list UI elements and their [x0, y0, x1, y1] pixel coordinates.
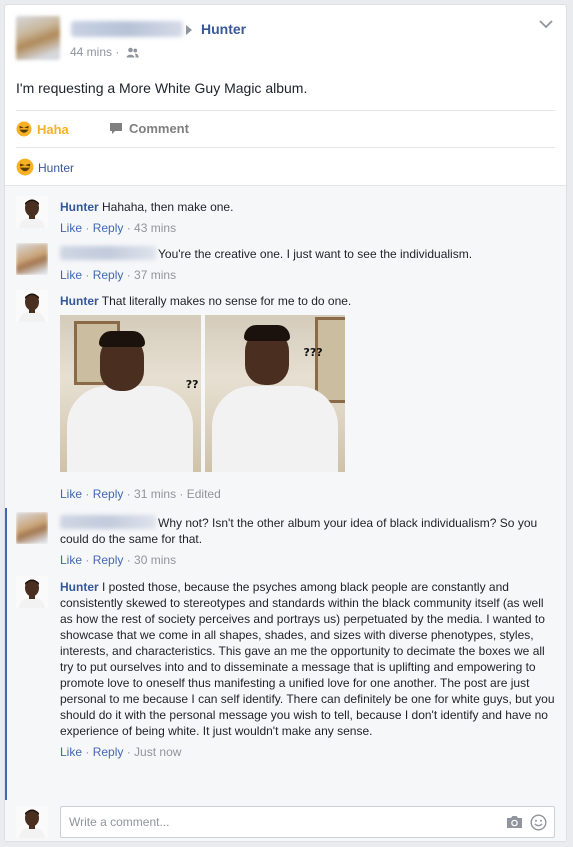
reply-link[interactable]: Reply: [93, 268, 124, 282]
comment-icon: [110, 123, 122, 134]
comment-label: Comment: [129, 121, 189, 136]
comment-body: Hunter Hahaha, then make one. Like · Rep…: [60, 199, 555, 236]
commenter-avatar[interactable]: [16, 290, 48, 322]
comment-time[interactable]: 31 mins: [134, 487, 176, 501]
comment-time[interactable]: 43 mins: [134, 221, 176, 235]
reactor-name[interactable]: Hunter: [38, 161, 74, 175]
emoji-icon[interactable]: [530, 814, 547, 831]
post-card: Hunter 44 mins · I'm requesting a More W…: [4, 4, 567, 842]
thread-indicator: [5, 508, 7, 800]
reply-link[interactable]: Reply: [93, 553, 124, 567]
post-text: I'm requesting a More White Guy Magic al…: [16, 80, 308, 96]
haha-emoji-icon: [16, 121, 32, 137]
meme-image[interactable]: ?? ???: [60, 315, 345, 472]
author-name-redacted[interactable]: [71, 21, 183, 37]
comments-section: Hunter Hahaha, then make one. Like · Rep…: [5, 185, 566, 841]
comment-actions: Like · Reply · 31 mins · Edited: [60, 487, 221, 501]
comment-actions: Like · Reply · 30 mins: [60, 553, 177, 567]
edited-label[interactable]: Edited: [187, 487, 221, 501]
comment-time[interactable]: 30 mins: [134, 553, 176, 567]
reply-link[interactable]: Reply: [93, 221, 124, 235]
like-link[interactable]: Like: [60, 221, 82, 235]
comment-text: I posted those, because the psyches amon…: [60, 580, 555, 738]
comment-button[interactable]: Comment: [109, 121, 189, 136]
comment-text: That literally makes no sense for me to …: [101, 294, 352, 308]
haha-reaction-button[interactable]: Haha: [16, 121, 69, 137]
like-link[interactable]: Like: [60, 268, 82, 282]
comment-author-redacted[interactable]: [60, 246, 156, 260]
comment-time[interactable]: 37 mins: [134, 268, 176, 282]
divider: [16, 147, 555, 148]
divider: [16, 110, 555, 111]
comment-author-redacted[interactable]: [60, 515, 156, 529]
comment-actions: Like · Reply · Just now: [60, 745, 182, 759]
chevron-down-icon[interactable]: [539, 19, 553, 29]
reply-link[interactable]: Reply: [93, 745, 124, 759]
meme-panel-left: ??: [60, 315, 201, 472]
comment-text: You're the creative one. I just want to …: [158, 247, 473, 261]
commenter-avatar[interactable]: [16, 576, 48, 608]
commenter-avatar[interactable]: [16, 512, 48, 544]
meme-caption-right: ???: [303, 346, 323, 359]
comment-author[interactable]: Hunter: [60, 294, 99, 308]
haha-label: Haha: [37, 122, 69, 137]
meme-caption-left: ??: [185, 378, 199, 391]
like-link[interactable]: Like: [60, 745, 82, 759]
post-time[interactable]: 44 mins: [70, 45, 112, 59]
post-header: Hunter 44 mins ·: [5, 5, 566, 67]
haha-emoji-icon: [16, 158, 34, 176]
target-profile-name[interactable]: Hunter: [201, 21, 246, 37]
friends-icon[interactable]: [126, 47, 139, 58]
comment-body: Hunter That literally makes no sense for…: [60, 293, 555, 502]
viewer-avatar[interactable]: [16, 806, 48, 838]
comment-body: You're the creative one. I just want to …: [60, 246, 555, 283]
like-link[interactable]: Like: [60, 487, 82, 501]
meta-separator: ·: [115, 45, 120, 59]
comment-text: Hahaha, then make one.: [102, 200, 234, 214]
comment-body: Hunter I posted those, because the psych…: [60, 579, 555, 760]
comment-author[interactable]: Hunter: [60, 580, 99, 594]
commenter-avatar[interactable]: [16, 196, 48, 228]
comment-time[interactable]: Just now: [134, 745, 181, 759]
author-avatar[interactable]: [16, 16, 60, 60]
comment-input[interactable]: [61, 807, 477, 837]
camera-icon[interactable]: [506, 815, 523, 829]
comment-actions: Like · Reply · 37 mins: [60, 268, 177, 282]
reactions-summary[interactable]: Hunter: [16, 158, 74, 176]
reply-link[interactable]: Reply: [93, 487, 124, 501]
comment-input-box[interactable]: [60, 806, 555, 838]
comment-author[interactable]: Hunter: [60, 200, 99, 214]
shared-to-arrow-icon: [186, 25, 192, 35]
like-link[interactable]: Like: [60, 553, 82, 567]
meme-panel-right: ???: [204, 315, 345, 472]
comment-body: Why not? Isn't the other album your idea…: [60, 515, 555, 568]
post-meta: 44 mins ·: [70, 45, 139, 59]
comment-actions: Like · Reply · 43 mins: [60, 221, 177, 235]
commenter-avatar[interactable]: [16, 243, 48, 275]
